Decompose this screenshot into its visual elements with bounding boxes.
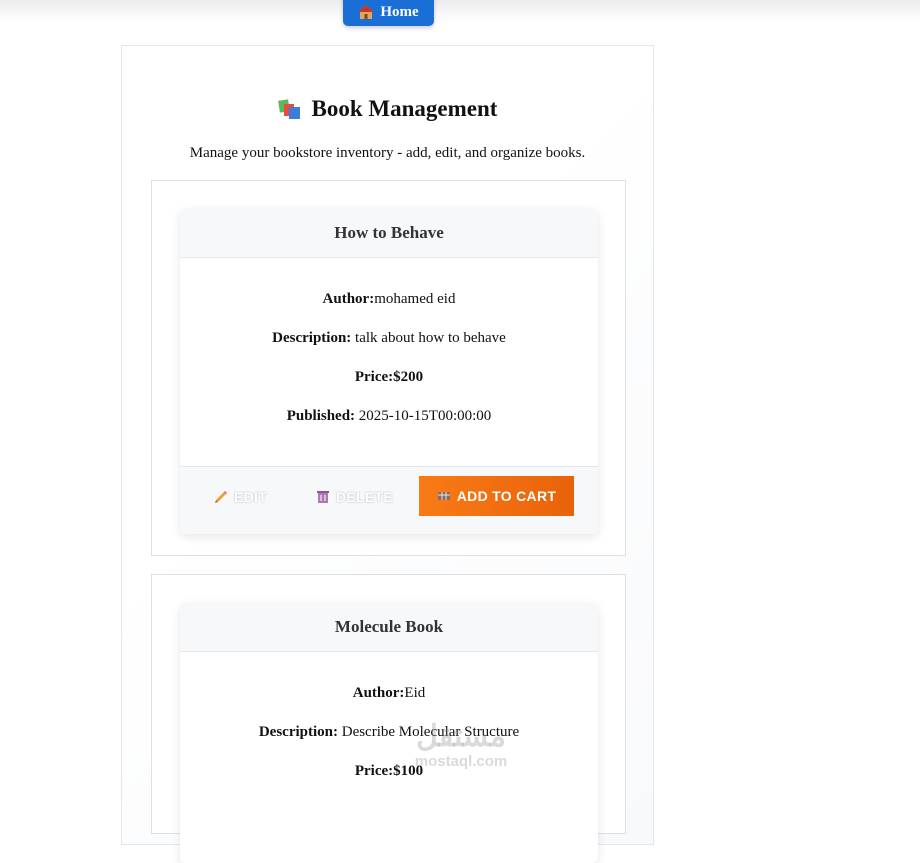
- book-title: How to Behave: [180, 209, 598, 258]
- description-label: Description:: [258, 724, 338, 740]
- book-title: Molecule Book: [180, 603, 598, 652]
- cart-icon: [437, 492, 450, 500]
- description-field: Description: talk about how to behave: [180, 329, 598, 368]
- book-details: Author:mohamed eid Description: talk abo…: [180, 258, 598, 466]
- add-to-cart-button[interactable]: ADD TO CART: [419, 476, 574, 516]
- trash-icon: [317, 491, 329, 503]
- description-label: Description:: [272, 330, 352, 346]
- home-icon: [358, 5, 375, 19]
- published-field: Published: 2025-10-15T00:00:00: [180, 407, 598, 446]
- published-value: 2025-10-15T00:00:00: [358, 408, 492, 424]
- author-value: Eid: [404, 685, 426, 701]
- published-label: Published:: [286, 408, 356, 424]
- page-subtitle: Manage your bookstore inventory - add, e…: [189, 145, 586, 161]
- delete-label: DELETE: [336, 489, 394, 505]
- watermark-logo: مستقل: [416, 720, 506, 753]
- book-details: Author:Eid Description: Describe Molecul…: [180, 652, 598, 821]
- pencil-icon: [215, 491, 227, 503]
- book-card: How to Behave Author:mohamed eid Descrip…: [180, 209, 598, 534]
- watermark: مستقل mostaql.com: [404, 720, 518, 776]
- author-label: Author:: [322, 291, 375, 307]
- description-field: Description: Describe Molecular Structur…: [180, 723, 598, 762]
- author-field: Author:mohamed eid: [180, 290, 598, 329]
- author-label: Author:: [352, 685, 405, 701]
- price-label: Price:: [354, 763, 394, 779]
- top-bar: [0, 0, 920, 22]
- watermark-url: mostaql.com: [414, 753, 508, 770]
- home-button[interactable]: Home: [343, 0, 434, 26]
- book-container: How to Behave Author:mohamed eid Descrip…: [151, 180, 626, 556]
- edit-label: EDIT: [234, 489, 268, 505]
- page-title-text: Book Management: [311, 96, 498, 121]
- price-value: $200: [393, 369, 424, 385]
- book-card: Molecule Book Author:Eid Description: De…: [180, 603, 598, 863]
- page-title: Book Management: [121, 96, 654, 122]
- book-container: Molecule Book Author:Eid Description: De…: [151, 574, 626, 863]
- price-field: Price:$200: [180, 368, 598, 407]
- card-actions: EDIT DELETE ADD TO CART: [180, 466, 598, 534]
- description-value: talk about how to behave: [355, 330, 506, 346]
- add-to-cart-label: ADD TO CART: [456, 488, 557, 504]
- price-field: Price:$100: [180, 762, 598, 801]
- edit-button[interactable]: EDIT: [214, 489, 267, 505]
- home-label: Home: [380, 3, 419, 20]
- price-label: Price:: [354, 369, 394, 385]
- author-field: Author:Eid: [180, 684, 598, 723]
- books-icon: [277, 99, 300, 119]
- author-value: mohamed eid: [374, 291, 456, 307]
- delete-button[interactable]: DELETE: [316, 489, 393, 505]
